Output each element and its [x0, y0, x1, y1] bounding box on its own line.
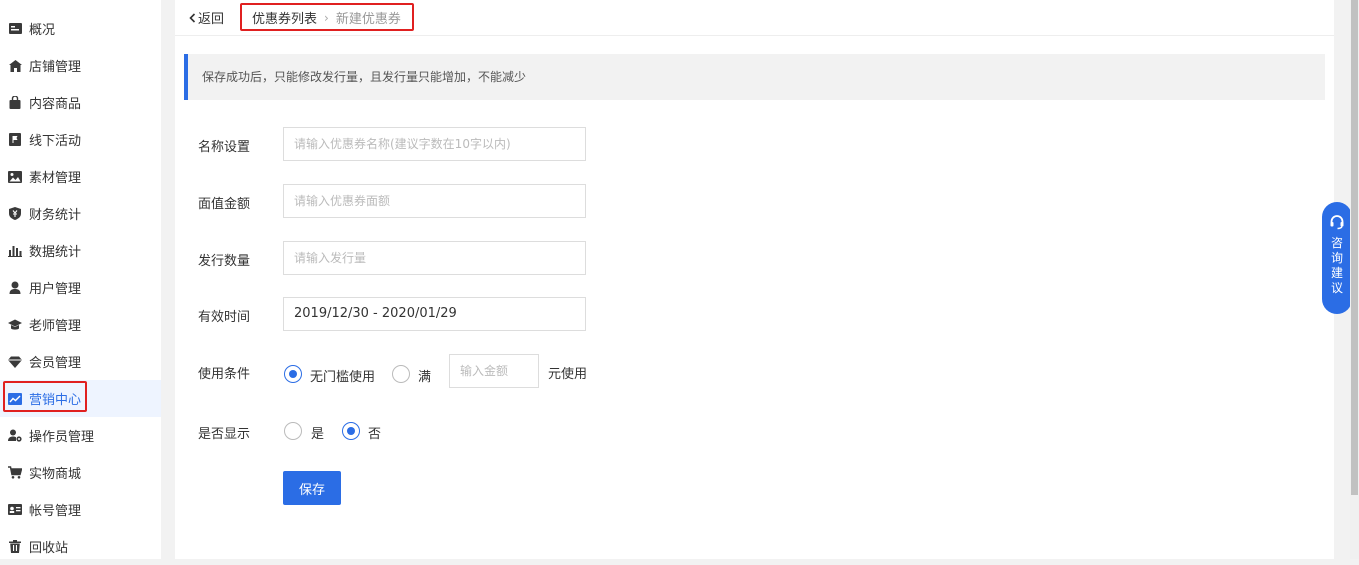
sidebar: 概况 店铺管理 内容商品 线下活动 素材管理 财务统计 数据统计 用户管理 老师…: [0, 0, 161, 559]
sidebar-item-members[interactable]: 会员管理: [0, 343, 161, 380]
sidebar-item-label: 素材管理: [29, 171, 82, 186]
sidebar-item-label: 操作员管理: [29, 430, 95, 445]
condition-label: 使用条件: [198, 367, 251, 382]
sidebar-item-operators[interactable]: 操作员管理: [0, 417, 161, 454]
diamond-icon: [8, 355, 22, 369]
amount-label: 面值金额: [198, 197, 251, 212]
coupon-name-input[interactable]: [283, 127, 586, 161]
valid-time-label: 有效时间: [198, 310, 251, 325]
sidebar-item-label: 实物商城: [29, 467, 82, 482]
back-label: 返回: [198, 12, 225, 27]
breadcrumb-separator-icon: ›: [324, 10, 329, 25]
sidebar-item-finance[interactable]: 财务统计: [0, 195, 161, 232]
image-icon: [8, 170, 22, 184]
sidebar-item-account[interactable]: 帐号管理: [0, 491, 161, 528]
sidebar-item-label: 店铺管理: [29, 60, 82, 75]
overview-icon: [8, 22, 22, 36]
bar-chart-icon: [8, 244, 22, 258]
breadcrumb-coupon-list[interactable]: 优惠券列表: [252, 8, 317, 27]
display-no-radio[interactable]: [342, 422, 360, 440]
yen-shield-icon: [8, 207, 22, 221]
trash-icon: [8, 540, 22, 554]
main-panel: 返回 优惠券列表 › 新建优惠券 保存成功后，只能修改发行量，且发行量只能增加，…: [175, 0, 1334, 559]
active-highlight-box: [3, 381, 87, 412]
user-icon: [8, 281, 22, 295]
cart-icon: [8, 466, 22, 480]
display-label: 是否显示: [198, 427, 251, 442]
store-icon: [8, 59, 22, 73]
sidebar-item-label: 内容商品: [29, 97, 82, 112]
condition-no-threshold-radio[interactable]: [284, 365, 302, 383]
sidebar-item-label: 概况: [29, 23, 56, 38]
chevron-left-icon: [189, 12, 196, 23]
notice-text: 保存成功后，只能修改发行量，且发行量只能增加，不能减少: [202, 70, 527, 84]
id-card-icon: [8, 503, 22, 517]
sidebar-item-label: 会员管理: [29, 356, 82, 371]
display-yes-radio[interactable]: [284, 422, 302, 440]
condition-threshold-radio[interactable]: [392, 365, 410, 383]
topbar: 返回 优惠券列表 › 新建优惠券: [175, 0, 1334, 36]
save-button[interactable]: 保存: [283, 471, 341, 505]
shopping-bag-icon: [8, 96, 22, 110]
threshold-amount-input[interactable]: [449, 354, 539, 388]
sidebar-item-label: 用户管理: [29, 282, 82, 297]
sidebar-item-label: 财务统计: [29, 208, 82, 223]
sidebar-item-users[interactable]: 用户管理: [0, 269, 161, 306]
valid-time-range-input[interactable]: 2019/12/30 - 2020/01/29: [283, 297, 586, 331]
headset-icon: [1329, 214, 1345, 230]
consult-label: 咨询建议: [1330, 236, 1343, 295]
graduation-cap-icon: [8, 318, 22, 332]
sidebar-item-teachers[interactable]: 老师管理: [0, 306, 161, 343]
display-no-label: 否: [368, 427, 382, 442]
sidebar-item-label: 数据统计: [29, 245, 82, 260]
sidebar-item-label: 老师管理: [29, 319, 82, 334]
condition-threshold-label: 满: [418, 370, 432, 385]
sidebar-item-offline[interactable]: 线下活动: [0, 121, 161, 158]
user-gear-icon: [8, 429, 22, 443]
sidebar-item-label: 帐号管理: [29, 504, 82, 519]
scrollbar-thumb[interactable]: [1351, 0, 1358, 495]
page-scrollbar[interactable]: [1350, 0, 1359, 559]
sidebar-item-label: 线下活动: [29, 134, 82, 149]
breadcrumb: 优惠券列表 › 新建优惠券: [252, 8, 401, 28]
sidebar-item-content[interactable]: 内容商品: [0, 84, 161, 121]
condition-suffix-label: 元使用: [548, 367, 588, 382]
coupon-amount-input[interactable]: [283, 184, 586, 218]
breadcrumb-new-coupon: 新建优惠券: [335, 12, 401, 27]
coupon-quantity-input[interactable]: [283, 241, 586, 275]
consult-button[interactable]: 咨询建议: [1322, 202, 1352, 314]
sidebar-item-overview[interactable]: 概况: [0, 10, 161, 47]
notice-banner: 保存成功后，只能修改发行量，且发行量只能增加，不能减少: [184, 54, 1325, 100]
sidebar-item-label: 回收站: [29, 541, 69, 556]
display-yes-label: 是: [311, 427, 325, 442]
sidebar-item-store[interactable]: 店铺管理: [0, 47, 161, 84]
quantity-label: 发行数量: [198, 254, 251, 269]
flag-icon: [8, 133, 22, 147]
sidebar-item-recycle[interactable]: 回收站: [0, 528, 161, 565]
condition-no-threshold-label: 无门槛使用: [310, 370, 376, 385]
sidebar-item-material[interactable]: 素材管理: [0, 158, 161, 195]
sidebar-item-mall[interactable]: 实物商城: [0, 454, 161, 491]
back-link[interactable]: 返回: [189, 8, 224, 27]
sidebar-item-data[interactable]: 数据统计: [0, 232, 161, 269]
name-label: 名称设置: [198, 140, 251, 155]
